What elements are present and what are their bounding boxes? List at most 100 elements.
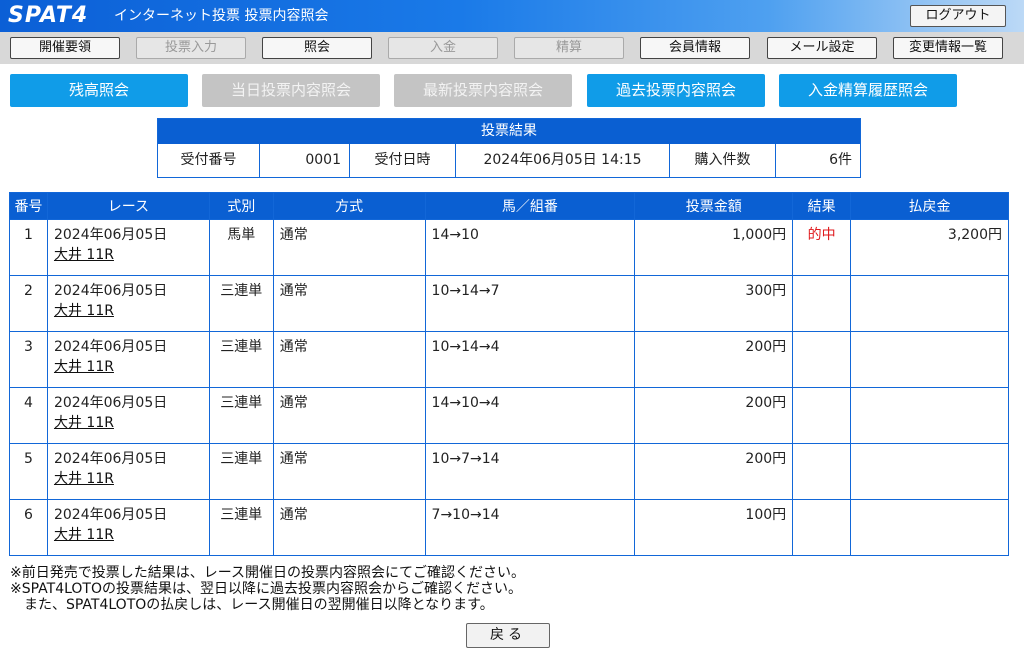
- cell-number: 6: [9, 499, 48, 556]
- cell-number: 5: [9, 443, 48, 500]
- cell-combination: 14→10→4: [424, 387, 636, 444]
- cell-payout: [850, 387, 1009, 444]
- page-title: インターネット投票 投票内容照会: [114, 8, 329, 24]
- race-date: 2024年06月05日: [53, 227, 168, 243]
- table-row: 6 2024年06月05日 大井 11R 三連単 通常 7→10→14 100円: [9, 499, 1009, 556]
- race-date: 2024年06月05日: [53, 507, 168, 523]
- cell-bet-type: 三連単: [208, 331, 274, 388]
- tab-deposit-history-inquiry[interactable]: 入金精算履歴照会: [779, 74, 957, 107]
- nav-member-info-button[interactable]: 会員情報: [640, 37, 750, 59]
- cell-method: 通常: [272, 331, 426, 388]
- nav-seisan-button: 精算: [514, 37, 624, 59]
- tab-balance-inquiry[interactable]: 残高照会: [10, 74, 188, 107]
- nav-shoukai-button[interactable]: 照会: [262, 37, 372, 59]
- tab-latest-bets-inquiry: 最新投票内容照会: [394, 74, 572, 107]
- cell-result: [792, 275, 852, 332]
- cell-race: 2024年06月05日 大井 11R: [46, 219, 210, 276]
- cell-method: 通常: [272, 219, 426, 276]
- table-row: 2 2024年06月05日 大井 11R 三連単 通常 10→14→7 300円: [9, 275, 1009, 332]
- cell-payout: 3,200円: [850, 219, 1009, 276]
- cell-result: [792, 387, 852, 444]
- purchase-count-value: 6件: [829, 152, 852, 168]
- cell-combination: 10→7→14: [424, 443, 636, 500]
- nav-kaisai-youryou-button[interactable]: 開催要領: [10, 37, 120, 59]
- back-button[interactable]: 戻る: [466, 623, 550, 648]
- bet-results-table: 番号 レース 式別 方式 馬／組番 投票金額 結果 払戻金 1 2024年06月…: [9, 192, 1009, 556]
- cell-race: 2024年06月05日 大井 11R: [46, 331, 210, 388]
- cell-bet-type: 三連単: [208, 499, 274, 556]
- cell-race: 2024年06月05日 大井 11R: [46, 275, 210, 332]
- cell-result: [792, 499, 852, 556]
- receipt-number-value: 0001: [260, 144, 350, 177]
- cell-method: 通常: [272, 443, 426, 500]
- col-header-race: レース: [46, 192, 210, 220]
- app-header: SPAT4 インターネット投票 投票内容照会 ログアウト: [0, 0, 1024, 32]
- cell-payout: [850, 443, 1009, 500]
- bet-summary-table: 投票結果 受付番号 0001 受付日時 2024年06月05日 14:15 購入…: [157, 118, 861, 178]
- nav-mail-settings-button[interactable]: メール設定: [767, 37, 877, 59]
- cell-amount: 200円: [634, 443, 794, 500]
- race-date: 2024年06月05日: [53, 283, 168, 299]
- col-header-number: 番号: [9, 192, 48, 220]
- nav-nyuukin-button: 入金: [388, 37, 498, 59]
- note-line: ※前日発売で投票した結果は、レース開催日の投票内容照会にてご確認ください。: [10, 565, 526, 581]
- cell-amount: 300円: [634, 275, 794, 332]
- nav-change-info-button[interactable]: 変更情報一覧: [893, 37, 1003, 59]
- table-row: 5 2024年06月05日 大井 11R 三連単 通常 10→7→14 200円: [9, 443, 1009, 500]
- receipt-datetime-label: 受付日時: [350, 144, 456, 177]
- cell-amount: 1,000円: [634, 219, 794, 276]
- cell-bet-type: 三連単: [208, 387, 274, 444]
- cell-payout: [850, 275, 1009, 332]
- cell-result: [792, 331, 852, 388]
- cell-combination: 14→10: [424, 219, 636, 276]
- race-link[interactable]: 大井 11R: [54, 247, 114, 263]
- race-link[interactable]: 大井 11R: [54, 527, 114, 543]
- main-nav: 開催要領 投票入力 照会 入金 精算 会員情報 メール設定 変更情報一覧: [0, 32, 1024, 64]
- cell-number: 2: [9, 275, 48, 332]
- note-line: ※SPAT4LOTOの投票結果は、翌日以降に過去投票内容照会からご確認ください。: [10, 581, 523, 597]
- race-link[interactable]: 大井 11R: [54, 359, 114, 375]
- receipt-number-label: 受付番号: [158, 144, 260, 177]
- cell-bet-type: 馬単: [208, 219, 274, 276]
- cell-number: 3: [9, 331, 48, 388]
- cell-method: 通常: [272, 387, 426, 444]
- table-row: 3 2024年06月05日 大井 11R 三連単 通常 10→14→4 200円: [9, 331, 1009, 388]
- race-link[interactable]: 大井 11R: [54, 471, 114, 487]
- cell-bet-type: 三連単: [208, 443, 274, 500]
- cell-race: 2024年06月05日 大井 11R: [46, 387, 210, 444]
- table-row: 1 2024年06月05日 大井 11R 馬単 通常 14→10 1,000円 的…: [9, 219, 1009, 276]
- tab-today-bets-inquiry: 当日投票内容照会: [202, 74, 380, 107]
- cell-amount: 100円: [634, 499, 794, 556]
- cell-number: 1: [9, 219, 48, 276]
- note-line: また、SPAT4LOTOの払戻しは、レース開催日の翌開催日以降となります。: [10, 597, 494, 613]
- cell-result: [792, 443, 852, 500]
- summary-row: 受付番号 0001 受付日時 2024年06月05日 14:15 購入件数 6件: [158, 144, 860, 177]
- cell-result: 的中: [792, 219, 852, 276]
- col-header-bet-type: 式別: [208, 192, 274, 220]
- col-header-result: 結果: [792, 192, 852, 220]
- cell-amount: 200円: [634, 387, 794, 444]
- col-header-combination: 馬／組番: [424, 192, 636, 220]
- race-link[interactable]: 大井 11R: [54, 303, 114, 319]
- col-header-method: 方式: [272, 192, 426, 220]
- results-header-row: 番号 レース 式別 方式 馬／組番 投票金額 結果 払戻金: [9, 192, 1009, 220]
- cell-method: 通常: [272, 499, 426, 556]
- cell-method: 通常: [272, 275, 426, 332]
- notes: ※前日発売で投票した結果は、レース開催日の投票内容照会にてご確認ください。 ※S…: [10, 565, 525, 613]
- table-row: 4 2024年06月05日 大井 11R 三連単 通常 14→10→4 200円: [9, 387, 1009, 444]
- race-date: 2024年06月05日: [53, 339, 168, 355]
- summary-title: 投票結果: [158, 119, 860, 144]
- cell-race: 2024年06月05日 大井 11R: [46, 443, 210, 500]
- cell-payout: [850, 331, 1009, 388]
- col-header-amount: 投票金額: [634, 192, 794, 220]
- cell-combination: 7→10→14: [424, 499, 636, 556]
- nav-touhyou-nyuuryoku-button: 投票入力: [136, 37, 246, 59]
- race-date: 2024年06月05日: [53, 451, 168, 467]
- cell-number: 4: [9, 387, 48, 444]
- cell-combination: 10→14→7: [424, 275, 636, 332]
- cell-race: 2024年06月05日 大井 11R: [46, 499, 210, 556]
- col-header-payout: 払戻金: [850, 192, 1009, 220]
- race-link[interactable]: 大井 11R: [54, 415, 114, 431]
- logout-button[interactable]: ログアウト: [910, 5, 1006, 27]
- tab-past-bets-inquiry[interactable]: 過去投票内容照会: [587, 74, 765, 107]
